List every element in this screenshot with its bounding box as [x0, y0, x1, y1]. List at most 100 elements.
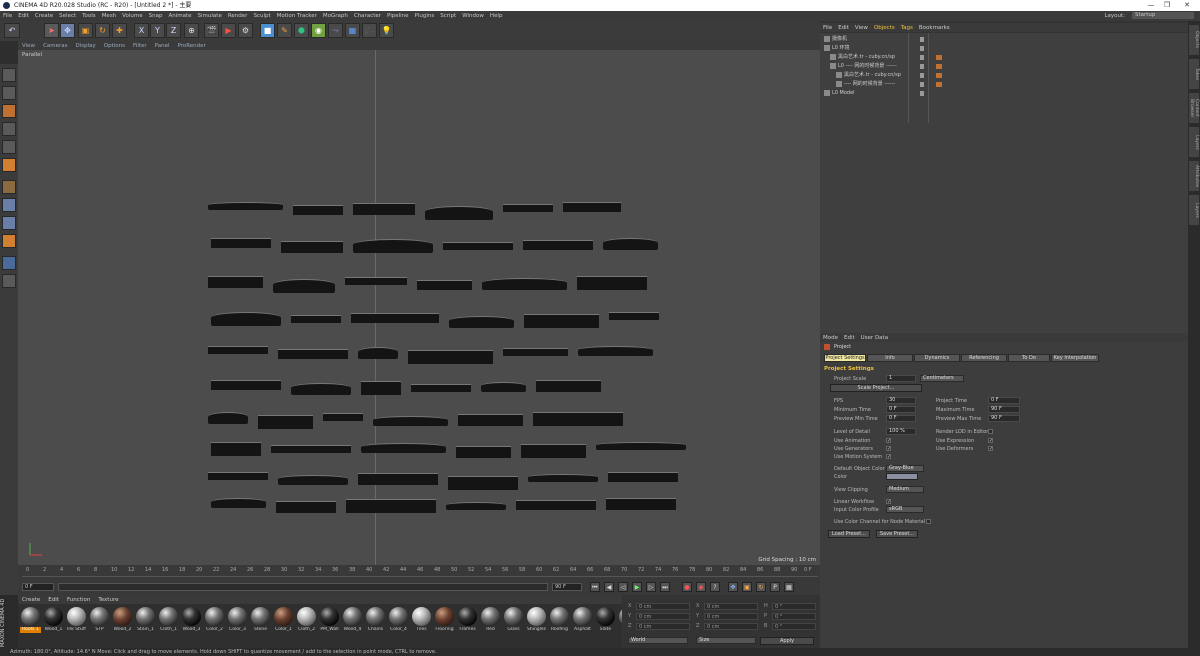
roof-model[interactable]	[353, 239, 433, 253]
roof-model[interactable]	[373, 416, 448, 426]
roof-model[interactable]	[353, 203, 415, 215]
cloner-icon[interactable]: ◉	[311, 23, 326, 38]
material-swatch[interactable]: Asphalt	[572, 606, 593, 636]
roof-model[interactable]	[208, 472, 268, 480]
roof-model[interactable]	[346, 499, 436, 513]
roof-model[interactable]	[278, 475, 348, 485]
visibility-icon[interactable]	[920, 37, 924, 42]
roof-model[interactable]	[293, 205, 343, 215]
material-swatch[interactable]: Glass	[503, 606, 524, 636]
current-frame-field[interactable]: 0 F	[22, 583, 54, 591]
size-field[interactable]: 0 cm	[704, 603, 758, 610]
goto-start-icon[interactable]: ⏮	[590, 582, 600, 592]
material-swatch[interactable]: STP	[89, 606, 110, 636]
workplane-icon[interactable]	[2, 234, 16, 248]
menu-edit[interactable]: Edit	[15, 11, 32, 21]
snap-icon[interactable]	[2, 216, 16, 230]
material-tag-icon[interactable]	[936, 82, 942, 87]
roof-model[interactable]	[443, 242, 513, 250]
menu-script[interactable]: Script	[437, 11, 459, 21]
point-level-icon[interactable]: ▦	[784, 582, 794, 592]
menu-window[interactable]: Window	[459, 11, 487, 21]
make-editable-icon[interactable]	[2, 68, 16, 82]
roof-model[interactable]	[417, 280, 472, 290]
object-row[interactable]: ---- 网的时候背景 ------	[824, 80, 1184, 89]
position-field[interactable]: 0 cm	[636, 623, 690, 630]
apply-button[interactable]: Apply	[760, 637, 814, 645]
material-swatch[interactable]: Wood_1	[43, 606, 64, 636]
scale-project-button[interactable]: Scale Project...	[830, 384, 922, 392]
roof-model[interactable]	[408, 350, 493, 364]
camera-icon[interactable]: 🎥	[362, 23, 377, 38]
object-row[interactable]: 黑白艺术.tr - cuby.cn/sp	[824, 53, 1184, 62]
use-color-channel-checkbox[interactable]	[926, 519, 931, 524]
roof-model[interactable]	[358, 473, 438, 485]
project-scale-unit-dropdown[interactable]: Centimeters	[920, 375, 964, 382]
roof-model[interactable]	[596, 442, 686, 450]
material-swatch[interactable]: Slate	[595, 606, 616, 636]
material-swatch[interactable]: Stain_1	[135, 606, 156, 636]
roof-model[interactable]	[211, 498, 266, 508]
size-field[interactable]: 0 cm	[704, 623, 758, 630]
visibility-icon[interactable]	[920, 91, 924, 96]
tab-dynamics[interactable]: Dynamics	[914, 354, 960, 362]
menu-render[interactable]: Render	[225, 11, 251, 21]
scale-tool-icon[interactable]: ▣	[78, 23, 93, 38]
visibility-icon[interactable]	[920, 82, 924, 87]
render-view-icon[interactable]: 🎬	[204, 23, 219, 38]
object-row[interactable]: 黑白艺术.tr - cuby.cn/sp	[824, 71, 1184, 80]
side-tab-content-browser[interactable]: Content Browser	[1189, 93, 1199, 123]
roof-model[interactable]	[608, 472, 678, 482]
goto-end-icon[interactable]: ⏭	[660, 582, 670, 592]
object-menu-bookmarks[interactable]: Bookmarks	[916, 24, 953, 33]
menu-select[interactable]: Select	[56, 11, 79, 21]
render-picture-viewer-icon[interactable]: ▶	[221, 23, 236, 38]
fps-field[interactable]: 30	[886, 397, 916, 404]
z-axis-button[interactable]: Z	[166, 23, 181, 38]
menu-character[interactable]: Character	[351, 11, 384, 21]
material-swatch[interactable]: Color_1	[273, 606, 294, 636]
save-preset-button[interactable]: Save Preset...	[876, 530, 918, 538]
recent-tool-icon[interactable]: ✚	[112, 23, 127, 38]
roof-model[interactable]	[358, 347, 398, 359]
material-swatch[interactable]: Cloth_1	[158, 606, 179, 636]
roof-model[interactable]	[481, 382, 526, 392]
material-swatch[interactable]: Chains	[365, 606, 386, 636]
roof-model[interactable]	[208, 202, 283, 210]
roof-model[interactable]	[446, 502, 506, 510]
roof-model[interactable]	[273, 279, 335, 293]
minimum-time-field[interactable]: 0 F	[886, 406, 916, 413]
position-field[interactable]: 0 cm	[636, 603, 690, 610]
object-menu-file[interactable]: File	[820, 24, 835, 33]
object-row[interactable]: L0 Model	[824, 89, 1184, 98]
scale-key-icon[interactable]: ▣	[742, 582, 752, 592]
menu-animate[interactable]: Animate	[165, 11, 194, 21]
light-icon[interactable]: 💡	[379, 23, 394, 38]
roof-model[interactable]	[503, 204, 553, 212]
layout-selector[interactable]: Layout: Startup	[1101, 11, 1194, 21]
visibility-icon[interactable]	[920, 55, 924, 60]
material-tag-icon[interactable]	[936, 55, 942, 60]
roof-model[interactable]	[345, 277, 407, 285]
object-row[interactable]: L0 ---- 网的时候背景 ------	[824, 62, 1184, 71]
side-tab-attributes[interactable]: Attributes	[1189, 161, 1199, 191]
project-time-field[interactable]: 0 F	[988, 397, 1020, 404]
material-swatch[interactable]: Color_3	[227, 606, 248, 636]
object-menu-objects[interactable]: Objects	[871, 24, 898, 33]
menu-motion-tracker[interactable]: Motion Tracker	[274, 11, 320, 21]
input-color-profile-dropdown[interactable]: sRGB	[886, 506, 924, 513]
position-field[interactable]: 0 cm	[636, 613, 690, 620]
viewport[interactable]: Parallel Grid Spacing : 10 cm	[18, 50, 820, 565]
tab-to-do[interactable]: To Do	[1008, 354, 1050, 362]
rotation-field[interactable]: 0 °	[772, 603, 816, 610]
roof-model[interactable]	[291, 383, 351, 395]
roof-model[interactable]	[211, 238, 271, 248]
coordinate-system-icon[interactable]: ⊕	[184, 23, 199, 38]
menu-tools[interactable]: Tools	[79, 11, 99, 21]
move-tool-icon[interactable]: ✥	[60, 23, 75, 38]
floor-icon[interactable]: ▦	[345, 23, 360, 38]
render-lod-checkbox[interactable]	[988, 429, 993, 434]
roof-model[interactable]	[278, 349, 348, 359]
roof-model[interactable]	[258, 415, 313, 429]
menu-mesh[interactable]: Mesh	[99, 11, 119, 21]
